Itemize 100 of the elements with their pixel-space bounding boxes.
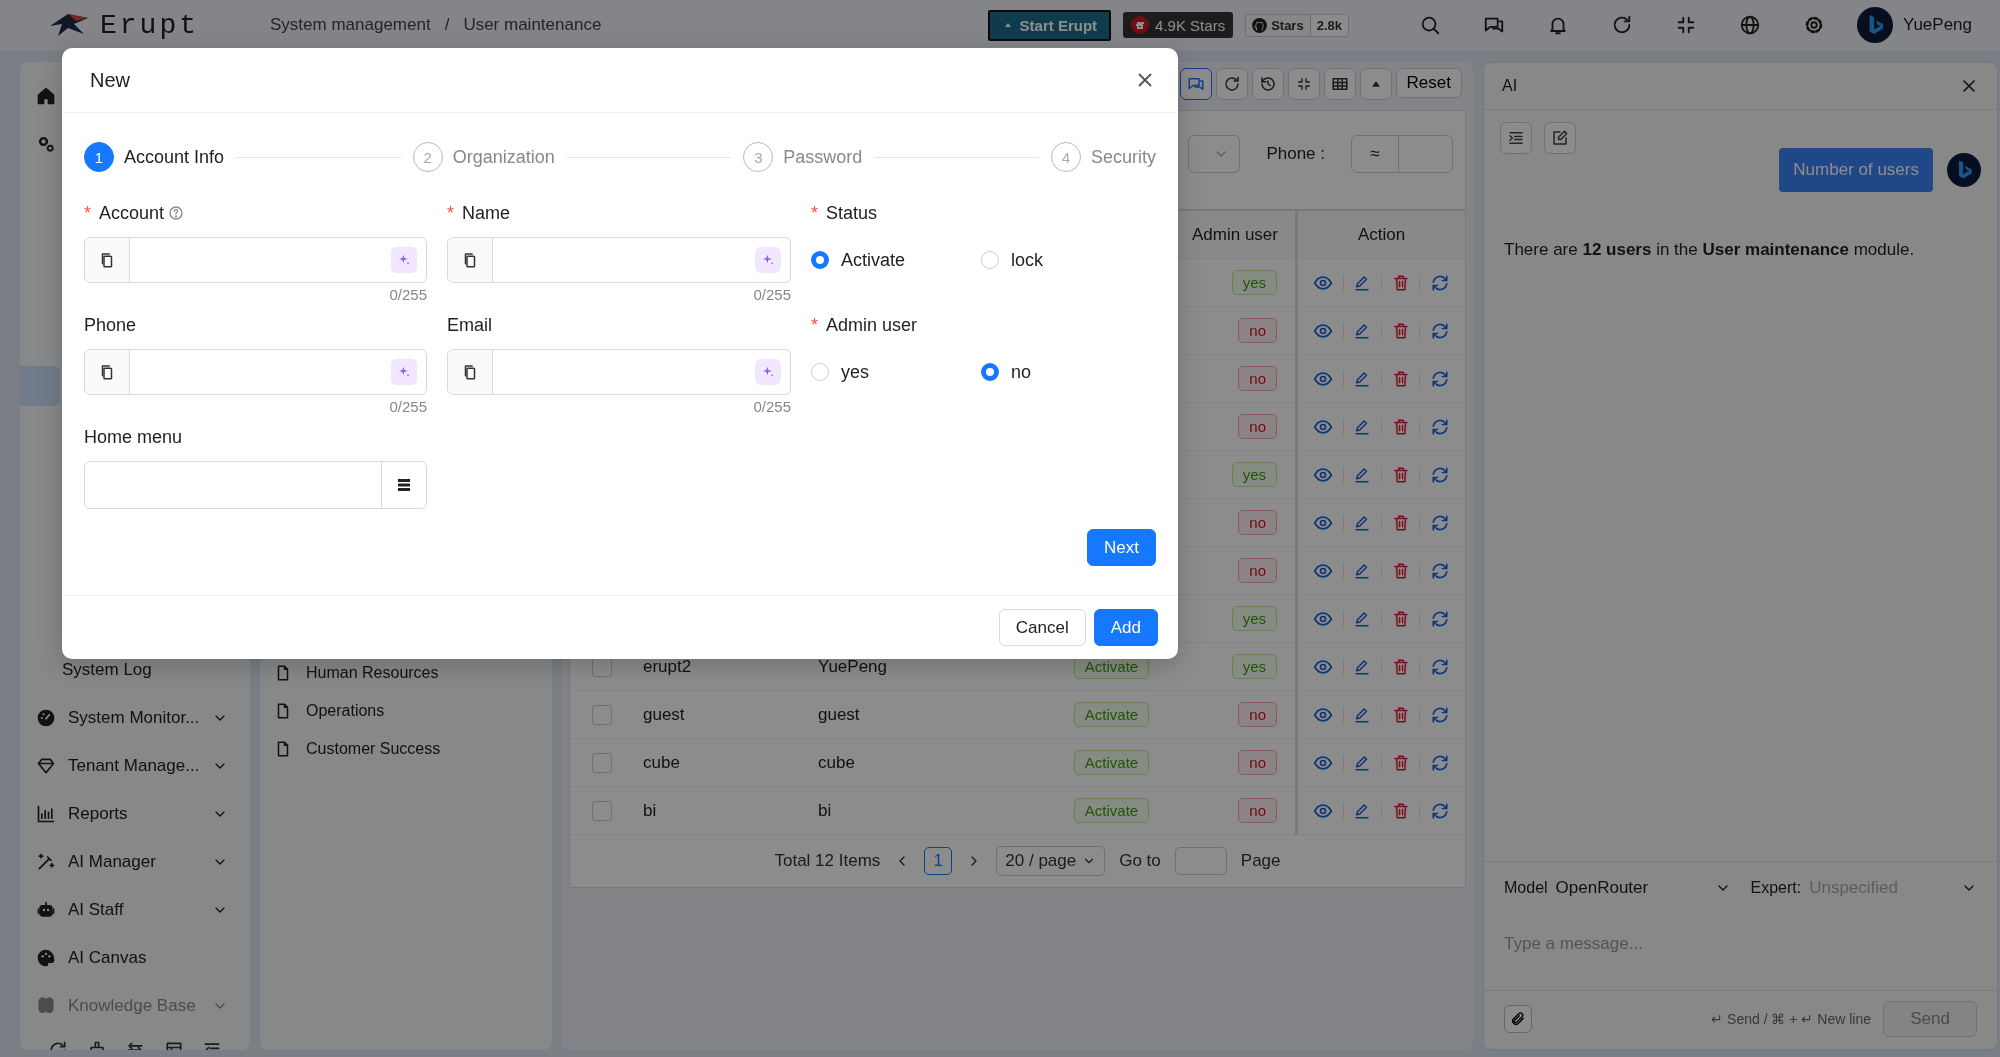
phone-filter-field[interactable]: ≈ <box>1351 135 1453 173</box>
tree-item[interactable]: Operations <box>272 701 552 721</box>
next-button[interactable]: Next <box>1087 529 1156 566</box>
user-message: Number of users <box>1779 148 1933 192</box>
edit-icon[interactable] <box>1353 417 1372 436</box>
text-field[interactable] <box>84 349 427 395</box>
field-label: * Admin user <box>811 313 919 337</box>
edit-icon[interactable] <box>1353 273 1372 292</box>
delete-icon[interactable] <box>1391 657 1410 676</box>
tree-item[interactable]: Customer Success <box>272 739 552 759</box>
breadcrumb-separator: / <box>444 15 450 35</box>
column-header: Action <box>1295 211 1465 259</box>
radio-circle[interactable] <box>811 251 829 269</box>
select-field[interactable] <box>1188 135 1241 173</box>
delete-icon[interactable] <box>1391 753 1410 772</box>
radio-circle[interactable] <box>981 363 999 381</box>
breadcrumb-item[interactable]: System management <box>270 15 431 35</box>
delete-icon[interactable] <box>1391 369 1410 388</box>
menu-item[interactable]: AI Staff <box>20 886 250 934</box>
table-cell: guest <box>808 691 1048 739</box>
add-button[interactable]: Add <box>1093 609 1158 646</box>
edit-icon[interactable] <box>1353 657 1372 676</box>
gem-icon <box>36 756 56 776</box>
tree-item[interactable]: Human Resources <box>272 663 552 683</box>
delete-icon[interactable] <box>1391 561 1410 580</box>
row-checkbox[interactable] <box>591 800 612 821</box>
new-chat-button[interactable] <box>1544 122 1576 154</box>
list-icon <box>1507 129 1525 147</box>
edit-icon[interactable] <box>1353 465 1372 484</box>
fullscreen-button[interactable] <box>1287 68 1320 100</box>
edit-icon[interactable] <box>1353 561 1372 580</box>
row-checkbox[interactable] <box>591 752 612 773</box>
cancel-button[interactable]: Cancel <box>998 609 1086 646</box>
history-button[interactable] <box>1251 68 1284 100</box>
menu-select-field[interactable] <box>84 461 427 509</box>
search-icon[interactable] <box>1419 14 1441 36</box>
menu-item[interactable]: System Log <box>20 660 250 680</box>
edit-icon[interactable] <box>1353 801 1372 820</box>
edit-icon[interactable] <box>1353 609 1372 628</box>
start-button[interactable]: Start Erupt <box>987 9 1112 41</box>
radio-circle[interactable] <box>981 251 999 269</box>
radio-circle[interactable] <box>811 363 829 381</box>
menu-item[interactable]: Tenant Manage... <box>20 742 250 790</box>
text-field[interactable] <box>447 349 791 395</box>
attach-button[interactable] <box>1504 1005 1532 1033</box>
model-select[interactable]: OpenRouter <box>1555 878 1707 898</box>
edit-icon[interactable] <box>1353 369 1372 388</box>
github-stars-button[interactable]: Stars <box>1246 14 1310 36</box>
delete-icon[interactable] <box>1391 465 1410 484</box>
page-button[interactable]: 1 <box>924 847 953 875</box>
status-tag: Activate <box>1073 702 1150 727</box>
delete-icon[interactable] <box>1391 513 1410 532</box>
text-field[interactable] <box>447 237 791 283</box>
breadcrumb-item[interactable]: User maintenance <box>463 15 602 35</box>
admin-tag: no <box>1238 366 1277 391</box>
page-size-select[interactable]: 20 / page <box>996 846 1106 876</box>
globe-icon[interactable] <box>1739 14 1761 36</box>
home-icon[interactable] <box>36 86 56 106</box>
edit-icon[interactable] <box>1353 705 1372 724</box>
radio-option[interactable]: lock <box>981 249 1151 271</box>
refresh-icon[interactable] <box>1611 14 1633 36</box>
row-checkbox[interactable] <box>591 704 612 725</box>
stars-badge-link[interactable]: 4.9K Stars <box>1123 12 1234 38</box>
table-cell: cube <box>633 739 808 787</box>
menu-item[interactable]: Reports <box>20 790 250 838</box>
history-list-button[interactable] <box>1500 122 1532 154</box>
avatar-icon[interactable] <box>1947 153 1981 187</box>
gears-icon[interactable] <box>36 134 56 154</box>
radio-option[interactable]: Activate <box>811 249 981 271</box>
reset-button[interactable]: Reset <box>1395 68 1462 98</box>
settings-icon[interactable] <box>1803 14 1825 36</box>
field-label: * Status <box>811 201 879 225</box>
collapse-search-button[interactable] <box>1359 68 1392 100</box>
panel-title: AI <box>1502 77 1518 95</box>
delete-icon[interactable] <box>1391 321 1410 340</box>
admin-tag: no <box>1238 510 1277 535</box>
github-star-count[interactable]: 2.8k <box>1309 14 1348 36</box>
collapse-icon[interactable] <box>1675 14 1697 36</box>
delete-icon[interactable] <box>1391 801 1410 820</box>
menu-item[interactable]: System Monitor... <box>20 694 250 742</box>
radio-option[interactable]: no <box>981 361 1151 383</box>
edit-icon[interactable] <box>1353 753 1372 772</box>
delete-icon[interactable] <box>1391 273 1410 292</box>
logo-text: Erupt <box>100 9 199 41</box>
delete-icon[interactable] <box>1391 609 1410 628</box>
field-label: Home menu <box>84 425 184 449</box>
menu-item[interactable]: AI Canvas <box>20 934 250 982</box>
avatar-icon[interactable] <box>1857 7 1893 43</box>
text-field[interactable] <box>84 237 427 283</box>
refresh-button[interactable] <box>1215 68 1248 100</box>
menu-item[interactable]: AI Manager <box>20 838 250 886</box>
delete-icon[interactable] <box>1391 705 1410 724</box>
radio-option[interactable]: yes <box>811 361 981 383</box>
user-name[interactable]: YuePeng <box>1903 15 1972 35</box>
delete-icon[interactable] <box>1391 417 1410 436</box>
edit-icon[interactable] <box>1353 321 1372 340</box>
columns-button[interactable] <box>1323 68 1356 100</box>
goto-page-field[interactable] <box>1174 847 1227 875</box>
ai-chat-toggle-button[interactable] <box>1179 68 1212 100</box>
edit-icon[interactable] <box>1353 513 1372 532</box>
